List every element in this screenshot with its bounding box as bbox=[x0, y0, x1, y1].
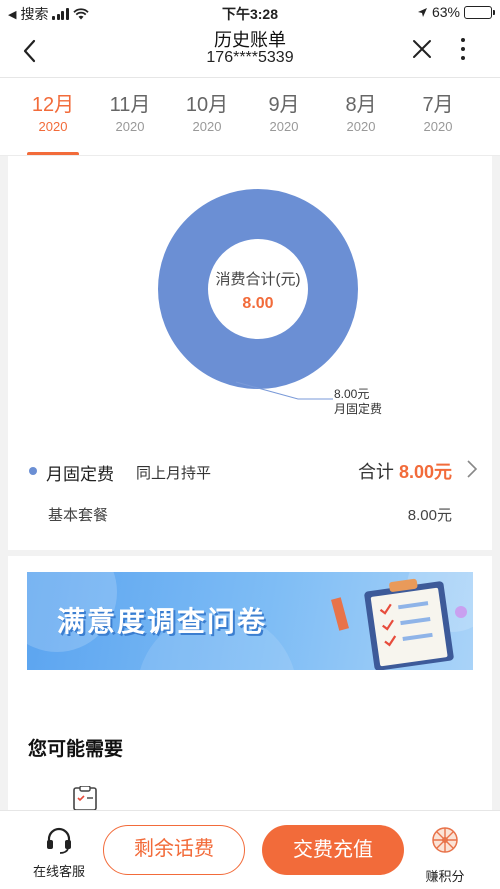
fee-comparison-note: 同上月持平 bbox=[136, 465, 212, 482]
earn-points-button[interactable]: 赚积分 bbox=[416, 825, 474, 885]
fee-item-name: 基本套餐 bbox=[48, 507, 109, 524]
fee-category-row[interactable]: 月固定费 同上月持平 合计 8.00元 bbox=[8, 452, 492, 492]
recharge-button[interactable]: 交费充值 bbox=[262, 825, 404, 875]
points-wheel-icon bbox=[432, 827, 458, 853]
remaining-balance-button[interactable]: 剩余话费 bbox=[103, 825, 245, 875]
survey-banner[interactable]: 满意度调查问卷 bbox=[27, 572, 473, 670]
tab-year-label: 2020 bbox=[115, 119, 145, 134]
status-bar: ◀ 搜索 下午3:28 63% bbox=[0, 0, 500, 26]
tab-year-label: 2020 bbox=[269, 119, 299, 134]
tab-year-label: 2020 bbox=[346, 119, 376, 134]
headset-icon bbox=[47, 827, 71, 854]
tab-month[interactable]: 9月 2020 bbox=[249, 88, 319, 134]
battery-icon bbox=[464, 5, 495, 19]
tab-month-label: 11月 bbox=[109, 94, 151, 116]
month-tabs: 12月202011月202010月20209月20208月20207月20206… bbox=[0, 78, 500, 156]
donut-slice bbox=[158, 189, 358, 389]
tab-month-label: 6月 bbox=[480, 88, 500, 116]
more-button[interactable] bbox=[456, 36, 470, 62]
fee-total-value: 8.00元 bbox=[398, 462, 452, 482]
fee-item-amount: 8.00元 bbox=[407, 507, 452, 524]
chart-center-value: 8.00 bbox=[242, 295, 273, 312]
nav-bar: 历史账单 176****5339 bbox=[0, 26, 500, 78]
online-service-label: 在线客服 bbox=[32, 864, 85, 879]
promo-section: 满意度调查问卷 您可能需要 bbox=[8, 556, 492, 810]
tab-month-label: 12月 bbox=[31, 94, 75, 116]
legend-dot bbox=[29, 467, 37, 475]
chevron-right-icon bbox=[467, 460, 478, 478]
tab-month-label: 7月 bbox=[422, 94, 454, 116]
tab-month[interactable]: 8月 2020 bbox=[326, 88, 396, 134]
tab-year-label: 2020 bbox=[423, 119, 453, 134]
tab-month[interactable]: 10月 2020 bbox=[172, 88, 242, 134]
tab-year-label: 2020 bbox=[38, 119, 68, 134]
section-title: 您可能需要 bbox=[28, 739, 124, 760]
clipboard-checklist-icon bbox=[331, 578, 467, 670]
tab-month[interactable]: 6月 2020 bbox=[480, 88, 500, 134]
spending-donut-chart: 消费合计(元) 8.00 8.00元 月固定费 bbox=[158, 189, 382, 416]
status-right: 63% bbox=[417, 4, 495, 20]
slice-value-label: 8.00元 bbox=[334, 387, 369, 401]
tab-month[interactable]: 7月 2020 bbox=[403, 88, 473, 134]
battery-percent: 63% bbox=[431, 4, 460, 20]
location-icon bbox=[417, 7, 427, 17]
fee-total: 合计 8.00元 bbox=[358, 458, 452, 484]
checklist-icon[interactable] bbox=[68, 786, 102, 810]
fee-total-prefix: 合计 bbox=[357, 462, 394, 482]
tab-year-label: 2020 bbox=[480, 119, 500, 134]
fee-item-row: 基本套餐 8.00元 bbox=[8, 500, 492, 530]
tab-month[interactable]: 11月 2020 bbox=[95, 88, 165, 134]
bottom-action-bar: 在线客服 剩余话费 交费充值 赚积分 bbox=[0, 810, 500, 889]
survey-banner-text: 满意度调查问卷 bbox=[57, 606, 268, 637]
slice-name-label: 月固定费 bbox=[334, 401, 382, 416]
chart-center-label: 消费合计(元) bbox=[216, 271, 301, 288]
tab-month-label: 8月 bbox=[345, 94, 377, 116]
online-service-button[interactable]: 在线客服 bbox=[24, 825, 94, 880]
tab-month-label: 9月 bbox=[268, 94, 300, 116]
fee-category-name: 月固定费 bbox=[46, 465, 114, 484]
tab-year-label: 2020 bbox=[192, 119, 222, 134]
tab-month[interactable]: 12月 2020 bbox=[18, 88, 88, 155]
bill-card: 消费合计(元) 8.00 8.00元 月固定费 月固定费 同上月持平 合计 8.… bbox=[8, 156, 492, 550]
earn-points-label: 赚积分 bbox=[425, 869, 465, 884]
tab-month-label: 10月 bbox=[185, 94, 229, 116]
close-button[interactable] bbox=[410, 37, 434, 61]
